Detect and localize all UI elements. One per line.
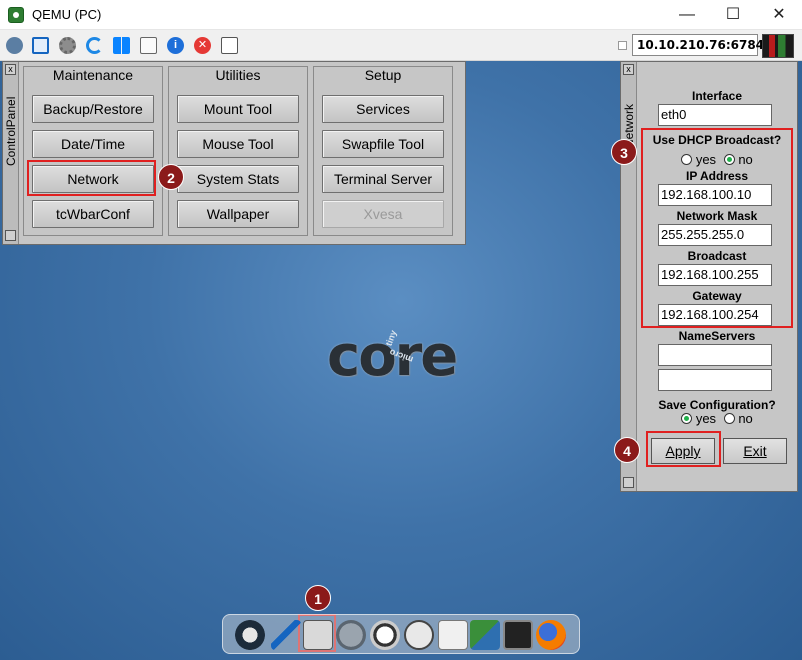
- qemu-app-icon: [8, 7, 24, 23]
- save-radio-group: yes no: [637, 411, 797, 426]
- window-titlebar: QEMU (PC) — ☐ ✕: [0, 0, 802, 30]
- control-panel-icon[interactable]: [303, 620, 333, 650]
- step-marker-1: 1: [305, 585, 331, 611]
- interface-input[interactable]: eth0: [658, 104, 772, 126]
- step-marker-4: 4: [614, 437, 640, 463]
- app-installer-icon[interactable]: [404, 620, 434, 650]
- system-stats-button[interactable]: System Stats: [177, 165, 299, 193]
- maintenance-column: Maintenance Backup/Restore Date/Time Net…: [23, 66, 163, 236]
- apply-button-highlight: [646, 431, 721, 467]
- terminal-icon[interactable]: [503, 620, 533, 650]
- close-button[interactable]: ✕: [756, 0, 802, 30]
- ip-settings-highlight: [641, 128, 793, 328]
- services-button[interactable]: Services: [322, 95, 444, 123]
- tinycore-logo: core tiny micro: [327, 329, 472, 385]
- mount-icon[interactable]: [336, 620, 366, 650]
- address-field[interactable]: 10.10.210.76:6784: [632, 34, 764, 56]
- window-title: QEMU (PC): [32, 7, 102, 22]
- text-editor-icon[interactable]: [438, 620, 468, 650]
- date-time-button[interactable]: Date/Time: [32, 130, 154, 158]
- nameservers-label: NameServers: [678, 329, 756, 343]
- network-button-highlight: [27, 160, 156, 196]
- color-indicator-icon[interactable]: [762, 34, 794, 58]
- terminal-server-button[interactable]: Terminal Server: [322, 165, 444, 193]
- network-panel-close-icon[interactable]: x: [623, 64, 634, 75]
- firefox-icon[interactable]: [536, 620, 566, 650]
- save-yes-radio[interactable]: [681, 413, 693, 424]
- backup-restore-button[interactable]: Backup/Restore: [32, 95, 154, 123]
- maintenance-heading: Maintenance: [52, 67, 134, 83]
- network-panel-minimize-icon[interactable]: [623, 477, 634, 488]
- exit-button-label: Exit: [743, 443, 767, 459]
- interface-label: Interface: [691, 89, 743, 103]
- control-panel-close-icon[interactable]: x: [5, 64, 16, 75]
- save-config-label: Save Configuration?: [658, 398, 776, 412]
- run-icon[interactable]: [370, 620, 400, 650]
- utilities-heading: Utilities: [215, 67, 261, 83]
- swapfile-tool-button[interactable]: Swapfile Tool: [322, 130, 444, 158]
- windows-icon[interactable]: [113, 37, 130, 54]
- editor-icon[interactable]: [271, 620, 301, 650]
- minimize-button[interactable]: —: [664, 0, 710, 30]
- toolbar: i ✕ 10.10.210.76:6784: [0, 30, 802, 61]
- xvesa-button: Xvesa: [322, 200, 444, 228]
- exit-button[interactable]: Exit: [723, 438, 787, 464]
- power-icon[interactable]: [235, 620, 265, 650]
- control-panel-title: ControlPanel: [4, 96, 18, 166]
- save-no-label: no: [738, 411, 753, 426]
- keyboard-icon[interactable]: [140, 37, 157, 54]
- display-icon[interactable]: [470, 620, 500, 650]
- utilities-column: Utilities Mount Tool Mouse Tool System S…: [168, 66, 308, 236]
- dock: [222, 614, 580, 654]
- setup-column: Setup Services Swapfile Tool Terminal Se…: [313, 66, 453, 236]
- control-panel-window: x ControlPanel Maintenance Backup/Restor…: [2, 61, 466, 245]
- gear-icon[interactable]: [59, 37, 76, 54]
- step-marker-3: 3: [611, 139, 637, 165]
- wallpaper-button[interactable]: Wallpaper: [177, 200, 299, 228]
- small-checkbox[interactable]: [618, 41, 627, 50]
- tcwbarconf-button[interactable]: tcWbarConf: [32, 200, 154, 228]
- step-marker-2: 2: [158, 164, 184, 190]
- refresh-icon[interactable]: [86, 37, 103, 54]
- setup-heading: Setup: [364, 67, 402, 83]
- network-panel-title: Network: [622, 103, 636, 148]
- stop-icon[interactable]: ✕: [194, 37, 211, 54]
- control-panel-strip: x ControlPanel: [3, 62, 19, 244]
- mount-tool-button[interactable]: Mount Tool: [177, 95, 299, 123]
- info-icon[interactable]: i: [167, 37, 184, 54]
- save-no-radio[interactable]: [723, 413, 735, 424]
- mouse-tool-button[interactable]: Mouse Tool: [177, 130, 299, 158]
- nameserver-1-input[interactable]: [658, 344, 772, 366]
- network-panel-strip: x Network: [621, 62, 637, 491]
- save-yes-label: yes: [695, 411, 717, 426]
- nameserver-2-input[interactable]: [658, 369, 772, 391]
- desktop: core tiny micro x ControlPanel Maintenan…: [0, 61, 802, 660]
- screenshot-icon[interactable]: [221, 37, 238, 54]
- control-panel-minimize-icon[interactable]: [5, 230, 16, 241]
- fullscreen-icon[interactable]: [32, 37, 49, 54]
- maximize-button[interactable]: ☐: [710, 0, 756, 30]
- settings-cubes-icon[interactable]: [6, 37, 23, 54]
